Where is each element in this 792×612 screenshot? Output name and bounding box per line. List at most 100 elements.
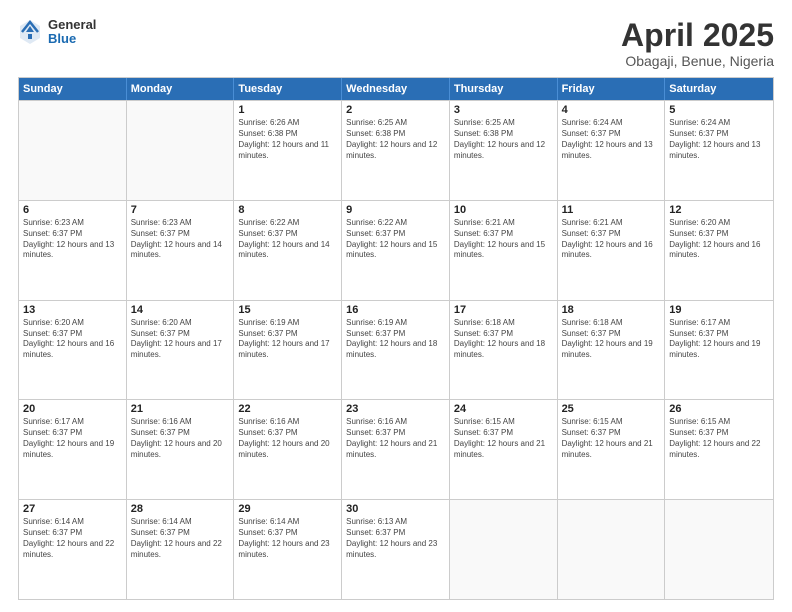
cal-cell-24: 24 Sunrise: 6:15 AM Sunset: 6:37 PM Dayli… xyxy=(450,400,558,499)
cal-header-cell: Sunday xyxy=(19,78,127,100)
cal-cell-text: Sunrise: 6:18 AM Sunset: 6:37 PM Dayligh… xyxy=(562,318,661,361)
cal-cell-text: Sunrise: 6:16 AM Sunset: 6:37 PM Dayligh… xyxy=(131,417,230,460)
cal-cell-empty xyxy=(558,500,666,599)
cal-cell-text: Sunrise: 6:13 AM Sunset: 6:37 PM Dayligh… xyxy=(346,517,445,560)
cal-day-number: 30 xyxy=(346,503,445,515)
cal-day-number: 15 xyxy=(238,304,337,316)
cal-header-cell: Monday xyxy=(127,78,235,100)
cal-cell-text: Sunrise: 6:20 AM Sunset: 6:37 PM Dayligh… xyxy=(669,218,769,261)
cal-cell-26: 26Sunrise: 6:15 AM Sunset: 6:37 PM Dayli… xyxy=(665,400,773,499)
cal-cell-28: 28 Sunrise: 6:14 AM Sunset: 6:37 PM Dayli… xyxy=(127,500,235,599)
cal-cell-19: 19 Sunrise: 6:17 AM Sunset: 6:37 PM Dayli… xyxy=(665,301,773,400)
cal-cell-text: Sunrise: 6:16 AM Sunset: 6:37 PM Dayligh… xyxy=(346,417,445,460)
cal-cell-text: Sunrise: 6:18 AM Sunset: 6:37 PM Dayligh… xyxy=(454,318,553,361)
calendar: SundayMondayTuesdayWednesdayThursdayFrid… xyxy=(18,77,774,600)
cal-cell-7: 7Sunrise: 6:23 AM Sunset: 6:37 PM Daylig… xyxy=(127,201,235,300)
calendar-week-1: 1 Sunrise: 6:26 AM Sunset: 6:38 PM Daylig… xyxy=(19,100,773,200)
logo-blue: Blue xyxy=(48,32,96,46)
title-block: April 2025 Obagaji, Benue, Nigeria xyxy=(621,18,774,69)
cal-cell-empty xyxy=(127,101,235,200)
cal-cell-text: Sunrise: 6:21 AM Sunset: 6:37 PM Dayligh… xyxy=(454,218,553,261)
cal-day-number: 13 xyxy=(23,304,122,316)
cal-cell-2: 2Sunrise: 6:25 AM Sunset: 6:38 PM Daylig… xyxy=(342,101,450,200)
cal-day-number: 12 xyxy=(669,204,769,216)
cal-cell-text: Sunrise: 6:16 AM Sunset: 6:37 PM Dayligh… xyxy=(238,417,337,460)
cal-day-number: 2 xyxy=(346,104,445,116)
cal-cell-text: Sunrise: 6:15 AM Sunset: 6:37 PM Dayligh… xyxy=(454,417,553,460)
cal-day-number: 10 xyxy=(454,204,553,216)
cal-day-number: 28 xyxy=(131,503,230,515)
page: General Blue April 2025 Obagaji, Benue, … xyxy=(0,0,792,612)
cal-cell-text: Sunrise: 6:14 AM Sunset: 6:37 PM Dayligh… xyxy=(23,517,122,560)
cal-day-number: 3 xyxy=(454,104,553,116)
cal-cell-text: Sunrise: 6:23 AM Sunset: 6:37 PM Dayligh… xyxy=(23,218,122,261)
calendar-week-5: 27 Sunrise: 6:14 AM Sunset: 6:37 PM Dayli… xyxy=(19,499,773,599)
cal-day-number: 20 xyxy=(23,403,122,415)
cal-cell-text: Sunrise: 6:24 AM Sunset: 6:37 PM Dayligh… xyxy=(669,118,769,161)
cal-cell-text: Sunrise: 6:17 AM Sunset: 6:37 PM Dayligh… xyxy=(23,417,122,460)
cal-cell-4: 4Sunrise: 6:24 AM Sunset: 6:37 PM Daylig… xyxy=(558,101,666,200)
calendar-week-2: 6 Sunrise: 6:23 AM Sunset: 6:37 PM Daylig… xyxy=(19,200,773,300)
cal-cell-16: 16 Sunrise: 6:19 AM Sunset: 6:37 PM Dayli… xyxy=(342,301,450,400)
cal-day-number: 1 xyxy=(238,104,337,116)
logo-text: General Blue xyxy=(48,18,96,47)
cal-cell-text: Sunrise: 6:20 AM Sunset: 6:37 PM Dayligh… xyxy=(23,318,122,361)
cal-header-cell: Thursday xyxy=(450,78,558,100)
header: General Blue April 2025 Obagaji, Benue, … xyxy=(18,18,774,69)
cal-day-number: 16 xyxy=(346,304,445,316)
cal-day-number: 23 xyxy=(346,403,445,415)
cal-day-number: 7 xyxy=(131,204,230,216)
cal-cell-9: 9Sunrise: 6:22 AM Sunset: 6:37 PM Daylig… xyxy=(342,201,450,300)
cal-cell-30: 30 Sunrise: 6:13 AM Sunset: 6:37 PM Dayli… xyxy=(342,500,450,599)
cal-cell-21: 21 Sunrise: 6:16 AM Sunset: 6:37 PM Dayli… xyxy=(127,400,235,499)
cal-header-cell: Friday xyxy=(558,78,666,100)
cal-cell-text: Sunrise: 6:15 AM Sunset: 6:37 PM Dayligh… xyxy=(669,417,769,460)
cal-day-number: 19 xyxy=(669,304,769,316)
cal-cell-text: Sunrise: 6:22 AM Sunset: 6:37 PM Dayligh… xyxy=(346,218,445,261)
cal-day-number: 22 xyxy=(238,403,337,415)
cal-cell-15: 15 Sunrise: 6:19 AM Sunset: 6:37 PM Dayli… xyxy=(234,301,342,400)
cal-cell-text: Sunrise: 6:19 AM Sunset: 6:37 PM Dayligh… xyxy=(238,318,337,361)
cal-cell-text: Sunrise: 6:26 AM Sunset: 6:38 PM Dayligh… xyxy=(238,118,337,161)
cal-cell-text: Sunrise: 6:19 AM Sunset: 6:37 PM Dayligh… xyxy=(346,318,445,361)
cal-cell-empty xyxy=(450,500,558,599)
cal-cell-text: Sunrise: 6:25 AM Sunset: 6:38 PM Dayligh… xyxy=(454,118,553,161)
cal-day-number: 29 xyxy=(238,503,337,515)
cal-day-number: 11 xyxy=(562,204,661,216)
cal-day-number: 17 xyxy=(454,304,553,316)
cal-cell-text: Sunrise: 6:14 AM Sunset: 6:37 PM Dayligh… xyxy=(131,517,230,560)
logo: General Blue xyxy=(18,18,96,47)
cal-cell-3: 3 Sunrise: 6:25 AM Sunset: 6:38 PM Daylig… xyxy=(450,101,558,200)
cal-cell-text: Sunrise: 6:15 AM Sunset: 6:37 PM Dayligh… xyxy=(562,417,661,460)
cal-day-number: 6 xyxy=(23,204,122,216)
cal-cell-text: Sunrise: 6:22 AM Sunset: 6:37 PM Dayligh… xyxy=(238,218,337,261)
calendar-body: 1 Sunrise: 6:26 AM Sunset: 6:38 PM Daylig… xyxy=(19,100,773,599)
cal-cell-23: 23 Sunrise: 6:16 AM Sunset: 6:37 PM Dayli… xyxy=(342,400,450,499)
calendar-title: April 2025 xyxy=(621,18,774,53)
cal-cell-18: 18 Sunrise: 6:18 AM Sunset: 6:37 PM Dayli… xyxy=(558,301,666,400)
cal-header-cell: Saturday xyxy=(665,78,773,100)
cal-cell-11: 11 Sunrise: 6:21 AM Sunset: 6:37 PM Dayli… xyxy=(558,201,666,300)
cal-cell-6: 6 Sunrise: 6:23 AM Sunset: 6:37 PM Daylig… xyxy=(19,201,127,300)
cal-day-number: 24 xyxy=(454,403,553,415)
cal-cell-text: Sunrise: 6:14 AM Sunset: 6:37 PM Dayligh… xyxy=(238,517,337,560)
cal-cell-13: 13 Sunrise: 6:20 AM Sunset: 6:37 PM Dayli… xyxy=(19,301,127,400)
cal-cell-22: 22 Sunrise: 6:16 AM Sunset: 6:37 PM Dayli… xyxy=(234,400,342,499)
cal-cell-14: 14Sunrise: 6:20 AM Sunset: 6:37 PM Dayli… xyxy=(127,301,235,400)
cal-cell-8: 8 Sunrise: 6:22 AM Sunset: 6:37 PM Daylig… xyxy=(234,201,342,300)
cal-cell-text: Sunrise: 6:24 AM Sunset: 6:37 PM Dayligh… xyxy=(562,118,661,161)
cal-cell-empty xyxy=(665,500,773,599)
cal-cell-27: 27 Sunrise: 6:14 AM Sunset: 6:37 PM Dayli… xyxy=(19,500,127,599)
calendar-week-3: 13 Sunrise: 6:20 AM Sunset: 6:37 PM Dayli… xyxy=(19,300,773,400)
logo-general: General xyxy=(48,18,96,32)
cal-cell-10: 10 Sunrise: 6:21 AM Sunset: 6:37 PM Dayli… xyxy=(450,201,558,300)
calendar-week-4: 20 Sunrise: 6:17 AM Sunset: 6:37 PM Dayli… xyxy=(19,399,773,499)
cal-cell-text: Sunrise: 6:17 AM Sunset: 6:37 PM Dayligh… xyxy=(669,318,769,361)
cal-cell-text: Sunrise: 6:21 AM Sunset: 6:37 PM Dayligh… xyxy=(562,218,661,261)
cal-day-number: 8 xyxy=(238,204,337,216)
cal-day-number: 27 xyxy=(23,503,122,515)
cal-day-number: 21 xyxy=(131,403,230,415)
cal-day-number: 18 xyxy=(562,304,661,316)
calendar-subtitle: Obagaji, Benue, Nigeria xyxy=(621,53,774,69)
logo-icon xyxy=(18,18,42,46)
